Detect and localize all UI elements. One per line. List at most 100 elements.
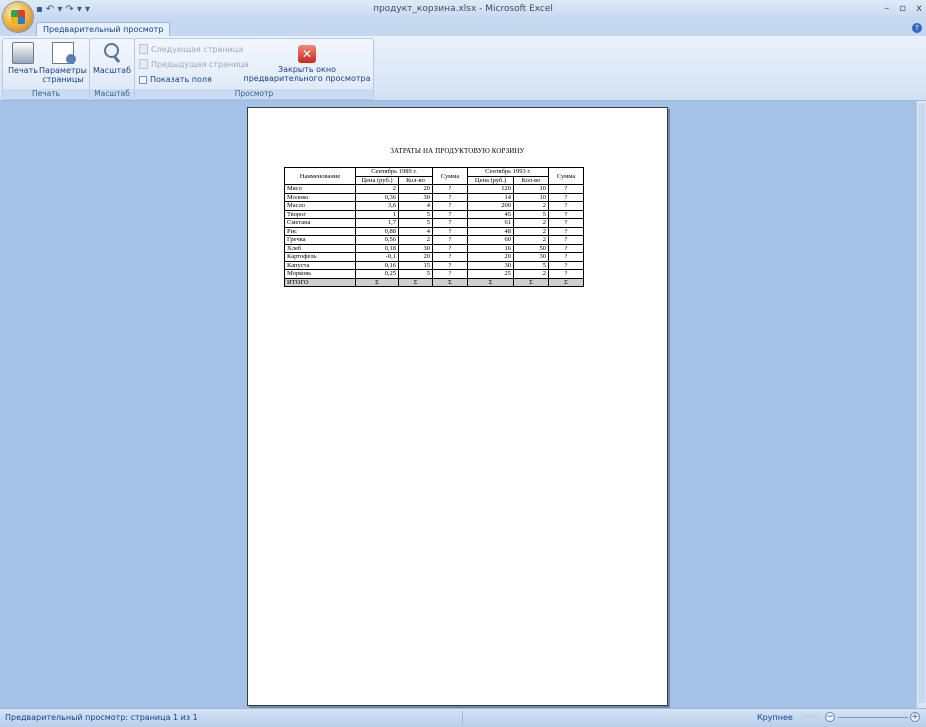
cell-name: Молоко [284,192,356,202]
cell-qty-1993: 10 [513,184,549,194]
cell-price-1993: 45 [467,209,514,219]
print-button[interactable]: Печать [6,42,40,75]
print-button-label: Печать [8,66,38,75]
close-preview-label-2: предварительного просмотра [243,74,371,83]
header-period-1: Сентябрь 1989 г. [355,167,433,177]
magnifier-icon [101,42,123,64]
group-preview: Следующая страница Предыдущая страница П… [134,38,374,100]
printer-icon [12,42,34,64]
prev-page-label: Предыдущая страница [151,59,249,69]
zoom-button[interactable]: Масштаб [92,42,132,75]
cell-sum-1989: ? [432,252,468,262]
cell-qty-1993: 2 [513,218,549,228]
quick-access-toolbar: ▪ ↶ ▾ ↷ ▾ ▾ [36,4,90,16]
help-icon[interactable]: ? [912,23,922,33]
cell-qty-1993: 2 [513,269,549,279]
zoom-in-label[interactable]: Крупнее [757,713,793,722]
cell-name: Рис [284,226,356,236]
cell-qty-1989: 30 [398,192,433,202]
total-cell-name: ИТОГО [284,277,356,287]
table-row: Масло 3,6 4? 200 2? [284,201,584,211]
close-window-button[interactable]: x [916,3,922,14]
page-setup-button[interactable]: Параметры страницы [39,42,87,84]
status-bar: Предварительный просмотр: страница 1 из … [0,708,926,727]
zoom-in-button[interactable]: + [910,712,920,722]
show-margins-checkbox[interactable]: Показать поля [139,75,212,84]
cell-qty-1993: 2 [513,226,549,236]
cell-sum-1993: ? [548,269,584,279]
cell-qty-1993: 50 [513,243,549,253]
cell-qty-1993: 2 [513,235,549,245]
cell-price-1989: 0,36 [355,192,399,202]
cell-qty-1989: 30 [398,243,433,253]
cell-sum-1993: ? [548,201,584,211]
cell-price-1993: 200 [467,201,514,211]
save-icon[interactable]: ▪ [36,4,43,16]
total-row: ИТОГО Σ Σ Σ Σ Σ Σ [284,277,584,287]
cell-price-1989: 0,18 [355,243,399,253]
zoom-out-button[interactable]: − [825,712,835,722]
cell-qty-1989: 4 [398,201,433,211]
office-button[interactable] [3,2,33,32]
table-row: Картофель -0,1 20? 20 30? [284,252,584,262]
redo-icon[interactable]: ↷ ▾ [65,4,82,16]
prev-page-button[interactable]: Предыдущая страница [139,59,249,69]
office-logo-icon [11,10,25,24]
cell-qty-1989: 20 [398,252,433,262]
header-sum-2: Сумма [548,167,584,185]
close-preview-icon: ✕ [298,45,316,63]
zoom-slider[interactable] [838,717,908,718]
window-title: продукт_корзина.xlsx - Microsoft Excel [373,4,553,14]
cell-sum-1989: ? [432,201,468,211]
cell-sum-1993: ? [548,218,584,228]
header-qty-1: Кол-во [398,175,433,185]
total-cell-sum-1993: Σ [548,277,584,287]
cell-sum-1989: ? [432,226,468,236]
cell-name: Масло [284,201,356,211]
page-setup-label-2: страницы [42,75,84,84]
table-row: Гречка 0,56 2? 60 2? [284,235,584,245]
cell-qty-1993: 30 [513,252,549,262]
header-qty-2: Кол-во [513,175,549,185]
restore-button[interactable]: ▫ [899,3,906,14]
next-page-button[interactable]: Следующая страница [139,44,243,54]
scroll-thumb[interactable] [918,103,925,703]
page-setup-icon [52,42,76,64]
total-cell-qty-1993: Σ [513,277,549,287]
zoom-percent: 100% [800,713,821,721]
customize-qat-icon[interactable]: ▾ [85,4,90,16]
cell-qty-1989: 15 [398,260,433,270]
cell-sum-1993: ? [548,243,584,253]
cell-qty-1989: 5 [398,269,433,279]
cell-sum-1989: ? [432,218,468,228]
group-print: Печать Параметры страницы Печать [2,38,90,100]
show-margins-check-icon [139,75,147,84]
minimize-button[interactable]: – [884,3,889,14]
cell-price-1993: 30 [467,260,514,270]
cell-name: Капуста [284,260,356,270]
cell-name: Хлеб [284,243,356,253]
tab-print-preview[interactable]: Предварительный просмотр [36,22,171,37]
cell-sum-1989: ? [432,235,468,245]
status-separator [462,711,463,725]
cell-sum-1993: ? [548,260,584,270]
table-row: Морковь 0,25 5? 25 2? [284,269,584,279]
cell-name: Морковь [284,269,356,279]
vertical-scrollbar[interactable] [916,101,926,708]
cell-sum-1989: ? [432,184,468,194]
table-row: Мясо 2 20? 120 10? [284,184,584,194]
cell-price-1989: 1,7 [355,218,399,228]
close-preview-button[interactable]: ✕ Закрыть окно предварительного просмотр… [243,45,371,83]
cell-qty-1989: 2 [398,235,433,245]
basket-table: Наименование Сентябрь 1989 г. Сумма Сент… [284,167,584,287]
cell-price-1989: 0,88 [355,226,399,236]
undo-icon[interactable]: ↶ ▾ [46,4,63,16]
group-print-label: Печать [3,89,89,99]
cell-price-1993: 60 [467,235,514,245]
cell-price-1989: -0,1 [355,252,399,262]
close-preview-label-1: Закрыть окно [277,65,337,74]
cell-price-1993: 14 [467,192,514,202]
cell-price-1989: 3,6 [355,201,399,211]
cell-price-1989: 1 [355,209,399,219]
header-price-2: Цена (руб.) [467,175,514,185]
